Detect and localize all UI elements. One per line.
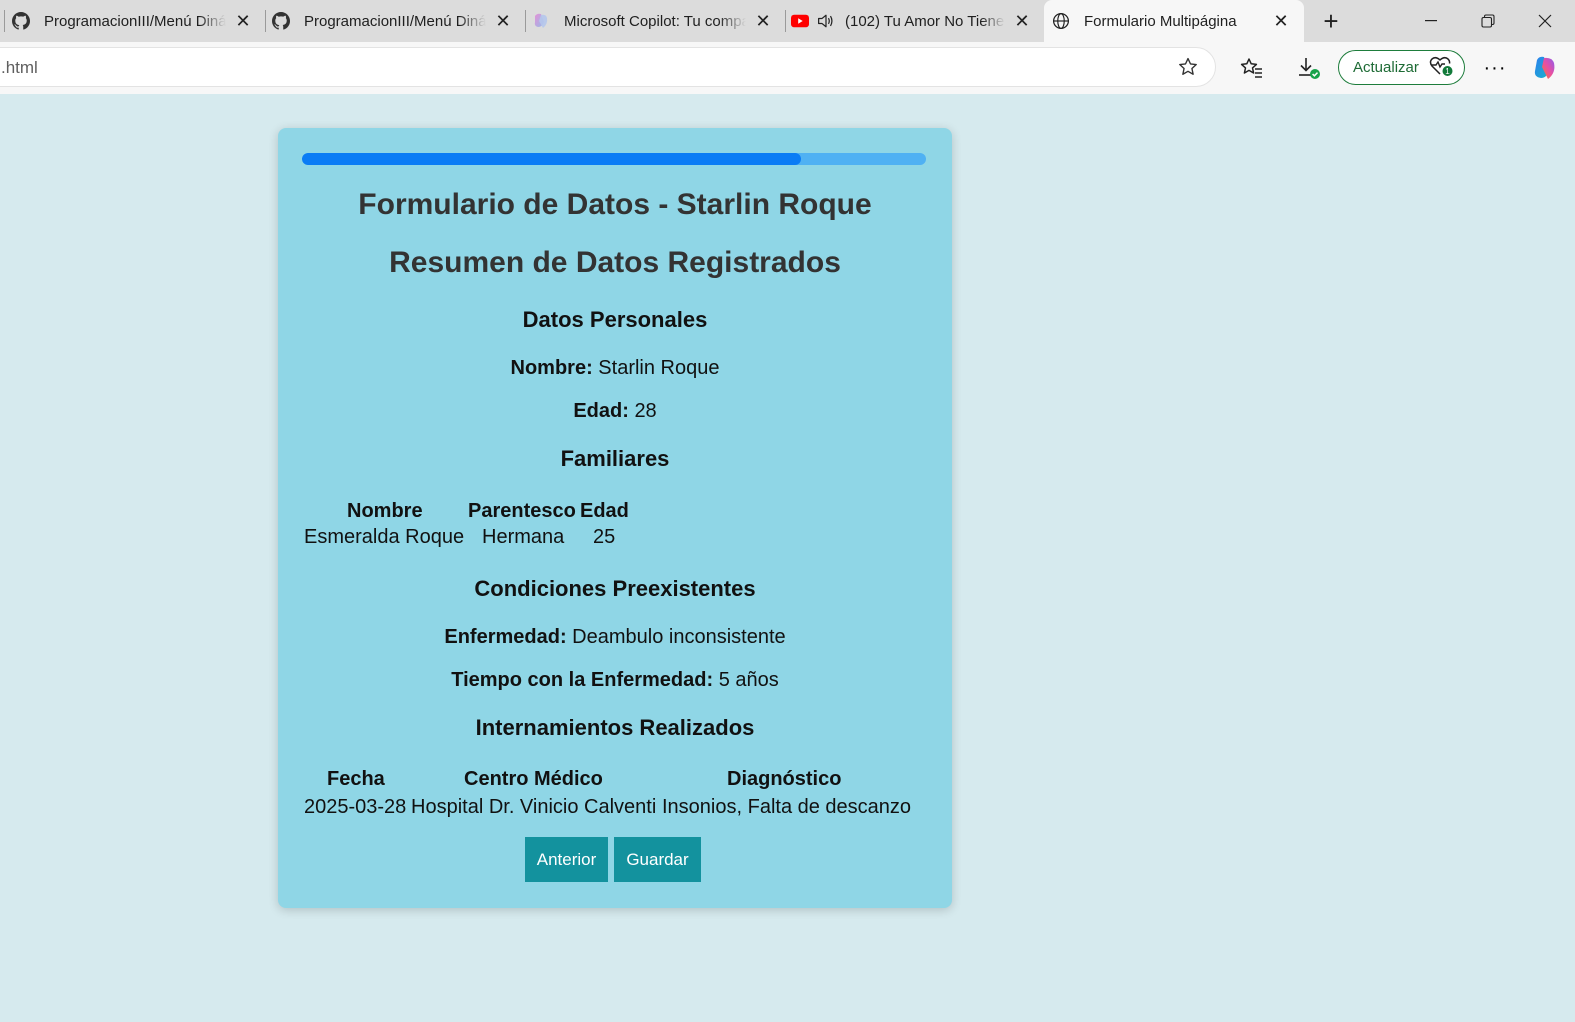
downloads-icon[interactable] bbox=[1294, 54, 1322, 82]
disease-time-value: 5 años bbox=[718, 669, 779, 691]
close-icon[interactable]: ✕ bbox=[754, 11, 772, 31]
disease-line: Enfermedad: Deambulo inconsistente bbox=[278, 626, 952, 649]
github-icon bbox=[272, 12, 290, 30]
close-icon[interactable]: ✕ bbox=[1013, 11, 1031, 31]
globe-icon bbox=[1052, 12, 1070, 30]
tab-strip: ProgramacionIII/Menú Dinám ✕ Programacio… bbox=[0, 0, 1575, 42]
new-tab-icon[interactable]: + bbox=[1308, 0, 1354, 42]
table-cell: Hospital Dr. Vinicio Calventi bbox=[411, 796, 657, 818]
tab-github-1[interactable]: ProgramacionIII/Menú Dinám ✕ bbox=[12, 0, 260, 42]
tab-title: Microsoft Copilot: Tu compa bbox=[564, 12, 746, 30]
disease-time-line: Tiempo con la Enfermedad: 5 años bbox=[278, 669, 952, 692]
progress-bar bbox=[302, 153, 926, 165]
table-header: Parentesco bbox=[468, 500, 576, 522]
family-heading: Familiares bbox=[560, 446, 670, 471]
tab-separator bbox=[4, 10, 5, 32]
tab-title: Formulario Multipágina bbox=[1084, 12, 1237, 30]
tab-separator bbox=[265, 10, 266, 32]
address-bar[interactable]: .html bbox=[0, 47, 1216, 87]
table-cell: Hermana bbox=[482, 526, 565, 548]
tab-github-2[interactable]: ProgramacionIII/Menú Dinám ✕ bbox=[272, 0, 520, 42]
close-icon[interactable]: ✕ bbox=[234, 11, 252, 31]
youtube-icon bbox=[791, 12, 809, 30]
more-options-icon[interactable]: ··· bbox=[1481, 54, 1509, 82]
age-value: 28 bbox=[634, 400, 657, 422]
table-header: Edad bbox=[580, 500, 629, 522]
table-cell: 2025-03-28 bbox=[304, 796, 407, 818]
close-window-icon[interactable] bbox=[1522, 0, 1568, 42]
speaker-icon[interactable] bbox=[817, 12, 835, 30]
tab-title: ProgramacionIII/Menú Dinám bbox=[304, 12, 486, 30]
age-line: Edad: 28 bbox=[278, 400, 952, 423]
tab-title: ProgramacionIII/Menú Dinám bbox=[44, 12, 226, 30]
disease-label: Enfermedad: bbox=[444, 626, 567, 648]
personal-data-heading: Datos Personales bbox=[522, 307, 708, 332]
disease-value: Deambulo inconsistente bbox=[572, 626, 786, 648]
save-button[interactable]: Guardar bbox=[614, 837, 701, 882]
conditions-heading: Condiciones Preexistentes bbox=[474, 576, 756, 601]
tab-separator bbox=[525, 10, 526, 32]
copilot-icon bbox=[532, 12, 550, 30]
table-header: Nombre bbox=[347, 500, 423, 522]
name-line: Nombre: Starlin Roque bbox=[278, 357, 952, 380]
name-label: Nombre: bbox=[510, 357, 593, 379]
name-value: Starlin Roque bbox=[598, 357, 720, 379]
table-cell: 25 bbox=[593, 526, 616, 548]
table-header: Diagnóstico bbox=[727, 768, 842, 790]
disease-time-label: Tiempo con la Enfermedad: bbox=[451, 669, 714, 691]
update-button[interactable]: Actualizar 1 bbox=[1338, 50, 1465, 85]
previous-button[interactable]: Anterior bbox=[525, 837, 608, 882]
summary-title: Resumen de Datos Registrados bbox=[389, 246, 841, 279]
favorite-star-icon[interactable] bbox=[1177, 56, 1199, 83]
update-label: Actualizar bbox=[1353, 59, 1419, 76]
browser-toolbar: .html Actualizar 1 ··· bbox=[0, 42, 1575, 94]
table-cell: Insonios, Falta de descanzo bbox=[662, 796, 912, 818]
tab-youtube[interactable]: (102) Tu Amor No Tiene ✕ bbox=[791, 0, 1039, 42]
github-icon bbox=[12, 12, 30, 30]
close-icon[interactable]: ✕ bbox=[1272, 11, 1290, 31]
minimize-icon[interactable] bbox=[1408, 0, 1454, 42]
tab-copilot[interactable]: Microsoft Copilot: Tu compa ✕ bbox=[532, 0, 780, 42]
form-card: Formulario de Datos - Starlin Roque Resu… bbox=[278, 128, 952, 908]
svg-text:1: 1 bbox=[1445, 67, 1450, 76]
tab-title: (102) Tu Amor No Tiene bbox=[845, 12, 1005, 30]
url-text: .html bbox=[1, 58, 38, 77]
form-title: Formulario de Datos - Starlin Roque bbox=[358, 188, 872, 221]
close-icon[interactable]: ✕ bbox=[494, 11, 512, 31]
table-header: Centro Médico bbox=[464, 768, 603, 790]
age-label: Edad: bbox=[573, 400, 629, 422]
hospitalizations-heading: Internamientos Realizados bbox=[475, 715, 755, 740]
progress-bar-fill bbox=[302, 153, 802, 165]
table-cell: Esmeralda Roque bbox=[304, 526, 465, 548]
table-header: Fecha bbox=[327, 768, 385, 790]
tab-formulario[interactable]: Formulario Multipágina ✕ bbox=[1044, 0, 1304, 42]
copilot-icon[interactable] bbox=[1531, 54, 1559, 82]
tab-separator bbox=[785, 10, 786, 32]
restore-icon[interactable] bbox=[1465, 0, 1511, 42]
health-heart-icon: 1 bbox=[1429, 55, 1453, 81]
favorites-icon[interactable] bbox=[1238, 54, 1266, 82]
